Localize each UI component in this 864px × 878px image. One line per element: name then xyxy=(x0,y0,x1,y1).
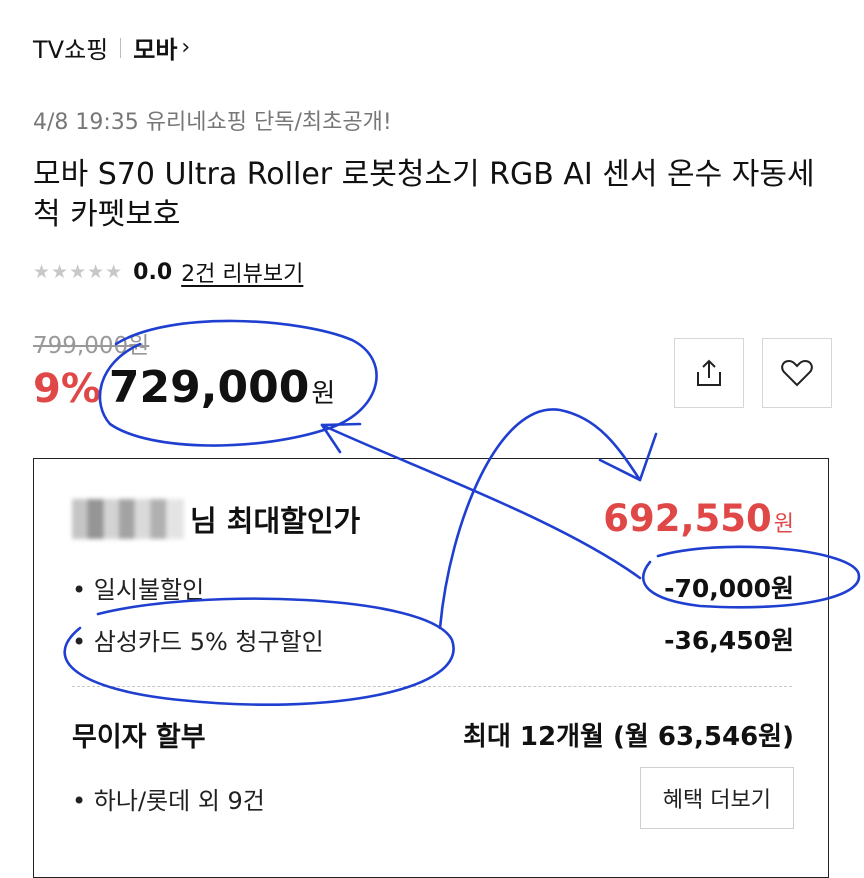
benefit-card: 님 최대할인가 692,550원 • 일시불할인 -70,000원 • 삼성카드… xyxy=(33,458,829,878)
breadcrumb-category[interactable]: TV쇼핑 xyxy=(33,30,108,65)
card-row: • 하나/롯데 외 9건 혜택 더보기 xyxy=(72,767,794,829)
max-discount-price: 692,550 xyxy=(603,497,772,540)
chevron-right-icon[interactable]: › xyxy=(181,35,190,60)
discount-rate: 9% xyxy=(33,366,101,412)
product-title: 모바 S70 Ultra Roller 로봇청소기 RGB AI 센서 온수 자… xyxy=(33,157,815,232)
breadcrumb: TV쇼핑 모바 › xyxy=(33,30,190,65)
installment-cards: • 하나/롯데 외 9건 xyxy=(72,786,265,815)
max-discount-currency: 원 xyxy=(773,512,794,537)
discount-amount: -70,000원 xyxy=(664,574,794,603)
max-discount-row: 님 최대할인가 692,550원 xyxy=(72,497,794,540)
wishlist-button[interactable] xyxy=(762,338,832,408)
discount-label: • 일시불할인 xyxy=(72,575,205,604)
currency-unit: 원 xyxy=(311,379,336,409)
blurred-username xyxy=(72,498,184,539)
discount-row: • 삼성카드 5% 청구할인 -36,450원 xyxy=(72,621,794,657)
rating-stars-icon: ★★★★★ xyxy=(33,261,124,283)
review-link[interactable]: 2건 리뷰보기 xyxy=(181,256,303,288)
rating-row: ★★★★★ 0.0 2건 리뷰보기 xyxy=(33,256,303,288)
more-benefits-button[interactable]: 혜택 더보기 xyxy=(639,767,794,829)
discount-row: • 일시불할인 -70,000원 xyxy=(72,569,794,605)
discount-amount: -36,450원 xyxy=(664,626,794,655)
rating-score: 0.0 xyxy=(133,259,173,285)
discount-label: • 삼성카드 5% 청구할인 xyxy=(72,627,324,656)
installment-title: 무이자 할부 xyxy=(72,722,206,753)
arrow-head-price xyxy=(320,422,362,454)
share-button[interactable] xyxy=(674,338,744,408)
heart-icon xyxy=(781,359,813,387)
dashed-divider xyxy=(72,686,792,687)
original-price: 799,000원 xyxy=(33,333,150,359)
installment-row: 무이자 할부 최대 12개월 (월 63,546원) xyxy=(72,715,794,754)
installment-detail: 최대 12개월 (월 63,546원) xyxy=(463,722,794,752)
breadcrumb-divider xyxy=(120,37,122,58)
broadcast-notice: 4/8 19:35 유리네쇼핑 단독/최초공개! xyxy=(33,110,392,135)
max-discount-label: 님 최대할인가 xyxy=(190,503,361,538)
share-icon xyxy=(697,359,721,386)
breadcrumb-brand[interactable]: 모바 xyxy=(133,30,177,65)
price-row: 9% 729,000 원 xyxy=(33,362,335,413)
sale-price: 729,000 xyxy=(108,362,310,413)
